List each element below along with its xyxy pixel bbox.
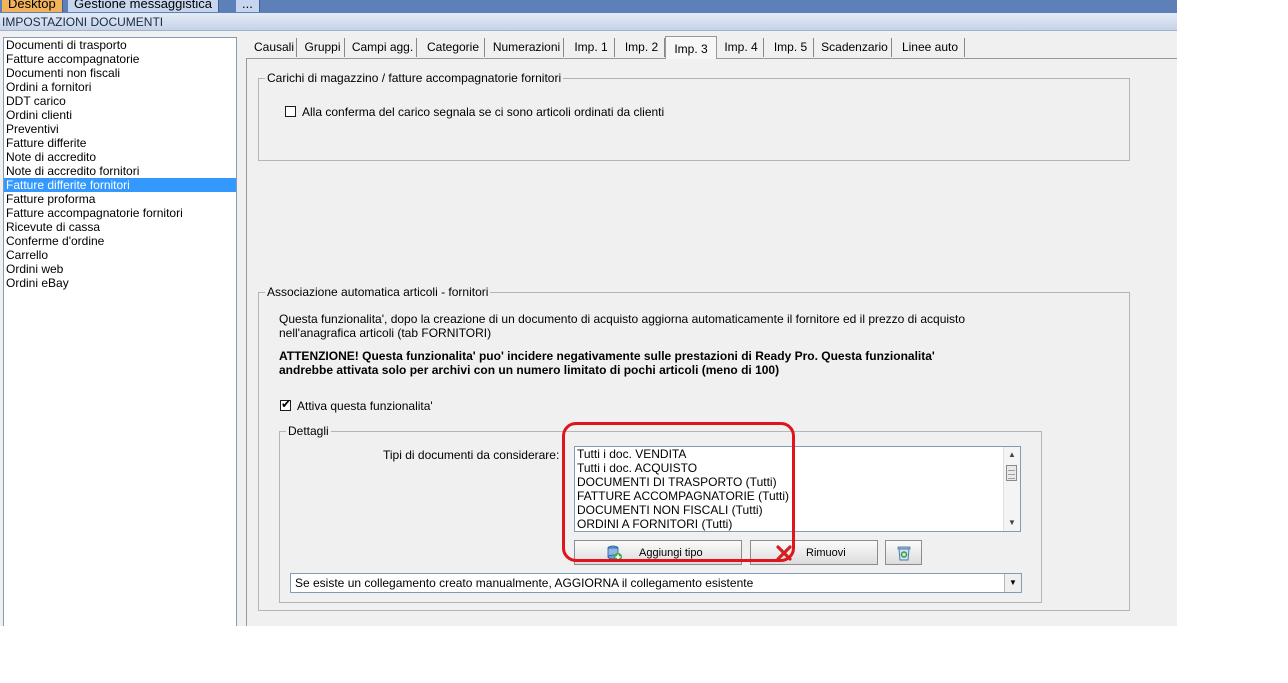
- remove-x-icon: [776, 545, 792, 561]
- list-item[interactable]: Tutti i doc. ACQUISTO: [575, 461, 1020, 475]
- list-item[interactable]: Tutti i doc. VENDITA: [575, 447, 1020, 461]
- list-item[interactable]: FATTURE ACCOMPAGNATORIE (Tutti): [575, 489, 1020, 503]
- tab-scadenzario[interactable]: Scadenzario: [818, 38, 892, 57]
- tab-imp-4[interactable]: Imp. 4: [719, 38, 764, 57]
- doc-type-item[interactable]: Ordini web: [4, 262, 236, 276]
- doc-type-item[interactable]: Conferme d'ordine: [4, 234, 236, 248]
- doc-type-item-selected[interactable]: Fatture differite fornitori: [4, 178, 236, 192]
- doc-type-item[interactable]: Note di accredito: [4, 150, 236, 164]
- doc-type-item[interactable]: Fatture proforma: [4, 192, 236, 206]
- doc-type-item[interactable]: Ricevute di cassa: [4, 220, 236, 234]
- group-dettagli-title: Dettagli: [286, 424, 331, 438]
- doc-type-item[interactable]: Documenti di trasporto: [4, 38, 236, 52]
- activate-feature-label[interactable]: Attiva questa funzionalita': [297, 399, 433, 413]
- doc-type-item[interactable]: Ordini clienti: [4, 108, 236, 122]
- doc-type-item[interactable]: Fatture accompagnatorie: [4, 52, 236, 66]
- tab-imp-1[interactable]: Imp. 1: [568, 38, 615, 57]
- scroll-up-icon[interactable]: ▲: [1005, 448, 1019, 462]
- list-item[interactable]: DOCUMENTI DI TRASPORTO (Tutti): [575, 475, 1020, 489]
- top-tab-messaggistica[interactable]: Gestione messaggistica: [68, 0, 220, 12]
- tab-imp-3[interactable]: Imp. 3: [665, 36, 717, 59]
- carico-segnala-label[interactable]: Alla conferma del carico segnala se ci s…: [302, 105, 664, 119]
- tab-linee-auto[interactable]: Linee auto: [896, 38, 965, 57]
- list-item[interactable]: DOCUMENTI NON FISCALI (Tutti): [575, 503, 1020, 517]
- add-type-label: Aggiungi tipo: [639, 547, 703, 559]
- warning-line-1: ATTENZIONE! Questa funzionalita' puo' in…: [279, 349, 935, 363]
- list-item[interactable]: ORDINI A FORNITORI (Tutti): [575, 517, 1020, 531]
- description-line-2: nell'anagrafica articoli (tab FORNITORI): [279, 326, 492, 340]
- window-title: IMPOSTAZIONI DOCUMENTI: [0, 13, 1177, 31]
- description-line-1: Questa funzionalita', dopo la creazione …: [279, 312, 966, 326]
- recycle-bin-icon: [897, 546, 911, 561]
- doc-type-item[interactable]: Fatture differite: [4, 136, 236, 150]
- warning-line-2: andrebbe attivata solo per archivi con u…: [279, 363, 780, 377]
- scroll-thumb[interactable]: — — —: [1006, 465, 1017, 482]
- application-window: Desktop Gestione messaggistica ... IMPOS…: [0, 0, 1177, 626]
- collegamento-combo[interactable]: Se esiste un collegamento creato manualm…: [290, 573, 1022, 593]
- desktop-tab-strip: Desktop Gestione messaggistica ...: [0, 0, 1177, 13]
- collegamento-combo-value: Se esiste un collegamento creato manualm…: [295, 576, 754, 590]
- group-associazione-title: Associazione automatica articoli - forni…: [265, 285, 491, 299]
- checkmark-icon: ✔: [281, 397, 292, 411]
- clear-button[interactable]: [885, 540, 922, 565]
- top-tab-more[interactable]: ...: [236, 0, 260, 12]
- add-type-icon: [607, 545, 622, 561]
- list-scrollbar[interactable]: ▲ — — — ▼: [1003, 447, 1020, 531]
- remove-button[interactable]: Rimuovi: [750, 540, 878, 565]
- tipi-documenti-list[interactable]: Tutti i doc. VENDITA Tutti i doc. ACQUIS…: [574, 446, 1021, 532]
- remove-label: Rimuovi: [806, 547, 846, 559]
- doc-type-item[interactable]: Note di accredito fornitori: [4, 164, 236, 178]
- doc-type-item[interactable]: Carrello: [4, 248, 236, 262]
- add-type-button[interactable]: Aggiungi tipo: [574, 540, 742, 565]
- doc-type-item[interactable]: Fatture accompagnatorie fornitori: [4, 206, 236, 220]
- group-carichi-magazzino: Carichi di magazzino / fatture accompagn…: [258, 71, 1130, 161]
- tipi-documenti-label: Tipi di documenti da considerare:: [383, 448, 560, 462]
- carico-segnala-checkbox[interactable]: [285, 106, 296, 117]
- top-tab-desktop[interactable]: Desktop: [2, 0, 63, 12]
- tab-causali[interactable]: Causali: [252, 38, 297, 57]
- doc-type-item[interactable]: Documenti non fiscali: [4, 66, 236, 80]
- doc-type-item[interactable]: Preventivi: [4, 122, 236, 136]
- doc-type-list[interactable]: Documenti di trasporto Fatture accompagn…: [3, 37, 237, 626]
- group-carichi-title: Carichi di magazzino / fatture accompagn…: [265, 71, 564, 85]
- tab-numerazioni[interactable]: Numerazioni: [490, 38, 564, 57]
- tab-campi-agg[interactable]: Campi agg.: [349, 38, 417, 57]
- scroll-down-icon[interactable]: ▼: [1005, 516, 1019, 530]
- activate-feature-checkbox[interactable]: ✔: [280, 397, 292, 411]
- doc-type-item[interactable]: Ordini eBay: [4, 276, 236, 290]
- tab-categorie[interactable]: Categorie: [422, 38, 485, 57]
- tab-gruppi[interactable]: Gruppi: [301, 38, 345, 57]
- doc-type-item[interactable]: DDT carico: [4, 94, 236, 108]
- tab-imp-5[interactable]: Imp. 5: [768, 38, 814, 57]
- tab-imp-2[interactable]: Imp. 2: [619, 38, 665, 57]
- doc-type-item[interactable]: Ordini a fornitori: [4, 80, 236, 94]
- chevron-down-icon[interactable]: ▼: [1004, 574, 1021, 592]
